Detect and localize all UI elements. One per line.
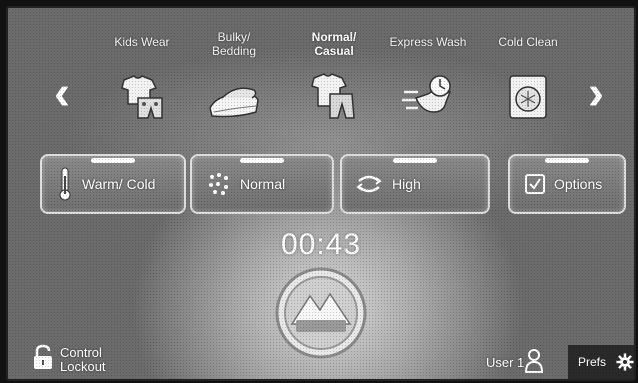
temperature-label: Warm/ Cold: [82, 176, 156, 192]
express-wash-icon[interactable]: [400, 68, 456, 124]
next-cycle-arrow[interactable]: ›: [588, 70, 604, 118]
prefs-button[interactable]: Prefs: [568, 345, 634, 379]
options-indicator-bar: [545, 158, 589, 163]
cycle-label-express-wash: Express Wash: [389, 35, 467, 49]
user-label[interactable]: User 1: [486, 356, 524, 370]
gear-icon: [616, 353, 634, 371]
spin-speed-button[interactable]: High: [340, 154, 490, 214]
lock-icon[interactable]: [32, 344, 54, 370]
prefs-label: Prefs: [578, 355, 607, 369]
thermometer-icon: [59, 167, 71, 201]
spin-indicator-bar: [393, 158, 437, 163]
checkbox-icon: [525, 174, 545, 194]
cycle-label-bulky-bedding: Bulky/ Bedding: [211, 30, 257, 58]
temperature-indicator-bar: [91, 158, 135, 163]
temperature-setting-button[interactable]: Warm/ Cold: [40, 154, 186, 214]
user-icon[interactable]: [524, 348, 544, 374]
spin-speed-label: High: [392, 176, 421, 192]
cycle-time-remaining: 00:43: [280, 228, 362, 261]
washer-control-screen: ‹ › Kids Wear Bulky/ Bedding Normal/ Cas…: [6, 6, 636, 381]
soil-level-icon: [209, 173, 228, 195]
bulky-bedding-icon[interactable]: [206, 68, 262, 124]
cycle-label-normal-casual: Normal/ Casual: [311, 30, 357, 58]
cold-clean-icon[interactable]: [500, 68, 556, 124]
soil-level-label: Normal: [240, 176, 286, 192]
kids-wear-icon[interactable]: [114, 68, 170, 124]
normal-casual-icon[interactable]: [306, 68, 362, 124]
control-lockout-label[interactable]: Control Lockout: [60, 346, 120, 374]
options-label: Options: [554, 176, 603, 192]
previous-cycle-arrow[interactable]: ‹: [54, 70, 70, 118]
soil-indicator-bar: [240, 158, 284, 163]
spin-speed-icon: [356, 175, 382, 193]
cycle-label-cold-clean: Cold Clean: [498, 35, 558, 49]
soil-level-button[interactable]: Normal: [190, 154, 334, 214]
cycle-label-kids-wear: Kids Wear: [114, 35, 170, 49]
start-button-logo[interactable]: [274, 266, 368, 360]
options-button[interactable]: Options: [508, 154, 626, 214]
